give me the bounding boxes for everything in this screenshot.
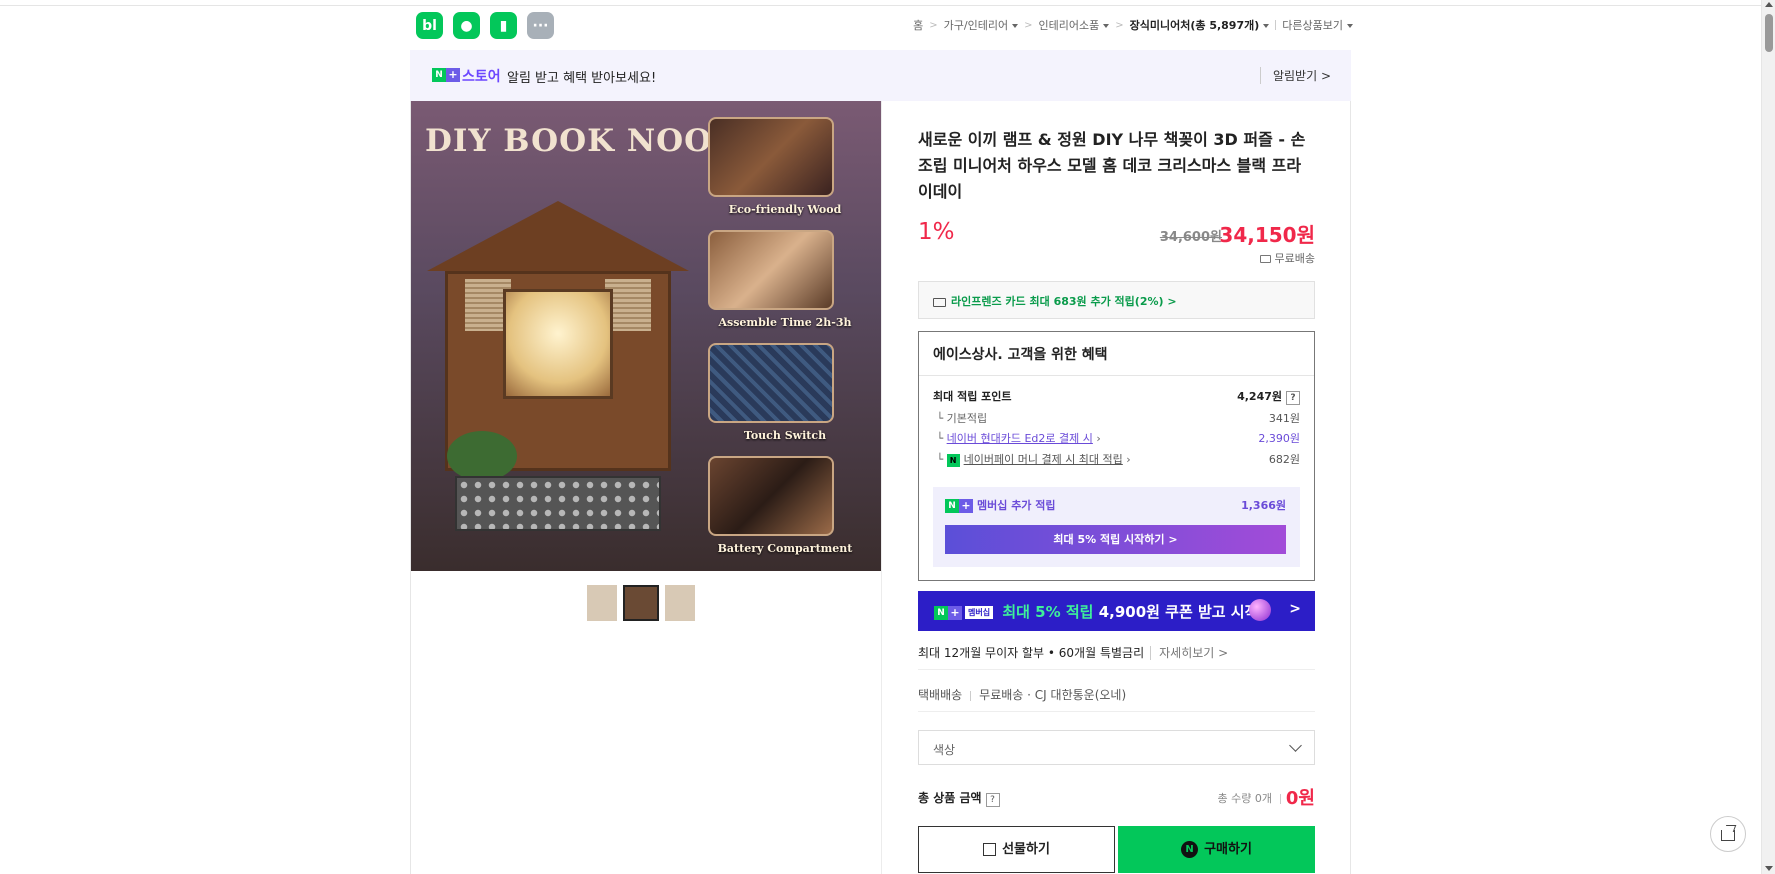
divider — [918, 711, 1315, 712]
bookmark-icon[interactable]: ▮ — [490, 12, 517, 39]
breadcrumb-category-2[interactable]: 인테리어소품 — [1039, 17, 1110, 33]
breadcrumb-category-3[interactable]: 장식미니어처(총 5,897개) — [1130, 17, 1270, 33]
feature-tile: Touch Switch — [708, 343, 834, 442]
product-title: 새로운 이끼 램프 & 정원 DIY 나무 책꽂이 3D 퍼즐 - 손 조립 미… — [918, 130, 1306, 201]
caret-down-icon — [1347, 24, 1353, 28]
hyundai-card-row[interactable]: └ 네이버 현대카드 Ed2로 결제 시 › 2,390원 — [933, 430, 1300, 446]
gift-icon — [983, 843, 997, 856]
help-icon[interactable]: ? — [1286, 391, 1300, 405]
feature-tile: Battery Compartment — [708, 456, 852, 555]
feature-tile: Assemble Time 2h-3h — [708, 230, 851, 329]
product-main-image[interactable]: DIY BOOK NOOK Eco-friendly Wood Assemble… — [411, 101, 881, 571]
npay-icon: N — [1181, 841, 1199, 858]
max-point-row: 최대 적립 포인트 4,247원? — [933, 388, 1300, 405]
membership-badge: 멤버십 — [965, 606, 994, 619]
membership-label: N + 멤버십 추가 적립 — [945, 497, 1056, 513]
installment-info: 최대 12개월 무이자 할부 • 60개월 특별금리 자세히보기 > — [918, 646, 1229, 660]
total-quantity: 총 수량 0개 — [1218, 790, 1281, 806]
gift-button[interactable]: 선물하기 — [918, 826, 1115, 873]
alarm-subscribe-button[interactable]: 알림받기 > — [1259, 67, 1331, 84]
scroll-down-icon[interactable] — [1765, 866, 1773, 871]
hero-title: DIY BOOK NOOK — [425, 123, 741, 159]
miniature-house-illustration — [427, 201, 689, 541]
color-option-select[interactable]: 색상 — [918, 730, 1315, 765]
breadcrumb: 홈 > 가구/인테리어 > 인테리어소품 > 장식미니어처(총 5,897개) … — [913, 17, 1353, 33]
naver-plus-badge-icon: N + — [934, 605, 962, 620]
npay-icon: N — [946, 453, 960, 467]
breadcrumb-separator: > — [1024, 19, 1033, 31]
benefit-box: 에이스상사. 고객을 위한 혜택 최대 적립 포인트 4,247원? └ 기본적… — [918, 331, 1315, 581]
thumbnail-2-selected[interactable] — [623, 585, 659, 621]
caret-down-icon — [1103, 24, 1110, 28]
total-label: 총 상품 금액? — [918, 789, 1000, 807]
card-promo[interactable]: 라인프렌즈 카드 최대 683원 추가 적립(2%) > — [918, 281, 1315, 319]
chevron-down-icon — [1289, 739, 1302, 752]
truck-icon — [1259, 255, 1271, 263]
store-alarm-banner: N + 스토어 알림 받고 혜택 받아보세요! 알림받기 > — [410, 50, 1351, 101]
basic-point-row: └ 기본적립 341원 — [933, 412, 1300, 425]
naver-plus-badge-icon: N + — [432, 68, 460, 82]
more-icon[interactable]: ··· — [527, 12, 554, 39]
naver-plus-badge-icon: N + — [945, 499, 973, 513]
banner-message: 알림 받고 혜택 받아보세요! — [507, 71, 657, 86]
caret-down-icon — [1263, 24, 1270, 28]
total-price: 0원 — [1285, 788, 1315, 809]
thumbnail-3[interactable] — [665, 585, 695, 621]
membership-box: N + 멤버십 추가 적립 1,366원 최대 5% 적립 시작하기 > — [933, 487, 1300, 567]
blog-icon[interactable]: bl — [416, 12, 443, 39]
benefit-heading: 에이스상사. 고객을 위한 혜택 — [919, 332, 1314, 376]
caret-down-icon — [1012, 24, 1019, 28]
cafe-icon[interactable]: ● — [453, 12, 480, 39]
other-products-link[interactable]: 다른상품보기 — [1282, 17, 1353, 33]
delivery-info: 택배배송 무료배송 · CJ 대한통운(오네) — [918, 688, 1127, 702]
naver-app-shortcuts: bl ● ▮ ··· — [416, 12, 554, 39]
scrollbar[interactable] — [1761, 0, 1775, 874]
card-icon — [933, 297, 946, 307]
breadcrumb-separator: > — [1115, 19, 1124, 31]
divider — [918, 669, 1315, 670]
store-label: 스토어 — [462, 69, 501, 85]
browser-top-edge — [0, 0, 1775, 6]
image-thumbnails — [587, 585, 695, 621]
scroll-thumb[interactable] — [1765, 14, 1773, 52]
breadcrumb-category-1[interactable]: 가구/인테리어 — [944, 17, 1019, 33]
help-icon[interactable]: ? — [985, 793, 1000, 807]
breadcrumb-home[interactable]: 홈 — [913, 17, 923, 33]
chevron-right-icon: > — [1289, 601, 1301, 617]
original-price: 34,600원 — [1159, 230, 1222, 245]
feature-tiles: Eco-friendly Wood Assemble Time 2h-3h To… — [708, 117, 868, 569]
membership-amount: 1,366원 — [1241, 499, 1286, 512]
scroll-up-icon[interactable] — [1765, 2, 1773, 7]
breadcrumb-divider — [1275, 20, 1277, 30]
npay-row[interactable]: └ N 네이버페이 머니 결제 시 최대 적립 › 682원 — [933, 451, 1300, 467]
product-panel: DIY BOOK NOOK Eco-friendly Wood Assemble… — [410, 101, 1351, 874]
sale-price: 34,150원 — [1219, 223, 1315, 247]
installment-more-link[interactable]: 자세히보기 > — [1150, 646, 1229, 660]
share-button[interactable] — [1710, 816, 1746, 852]
gift-orb-icon — [1249, 599, 1271, 621]
membership-start-button[interactable]: 최대 5% 적립 시작하기 > — [945, 525, 1286, 554]
feature-tile: Eco-friendly Wood — [708, 117, 841, 216]
column-divider — [881, 101, 882, 874]
membership-coupon-banner[interactable]: N + 멤버십 최대 5% 적립 4,900원 쿠폰 받고 시작 > — [918, 591, 1315, 631]
shipping-info: 무료배송 — [1259, 250, 1315, 266]
breadcrumb-separator: > — [929, 19, 938, 31]
thumbnail-1[interactable] — [587, 585, 617, 621]
discount-rate: 1% — [918, 219, 955, 245]
buy-button[interactable]: N 구매하기 — [1118, 826, 1315, 873]
